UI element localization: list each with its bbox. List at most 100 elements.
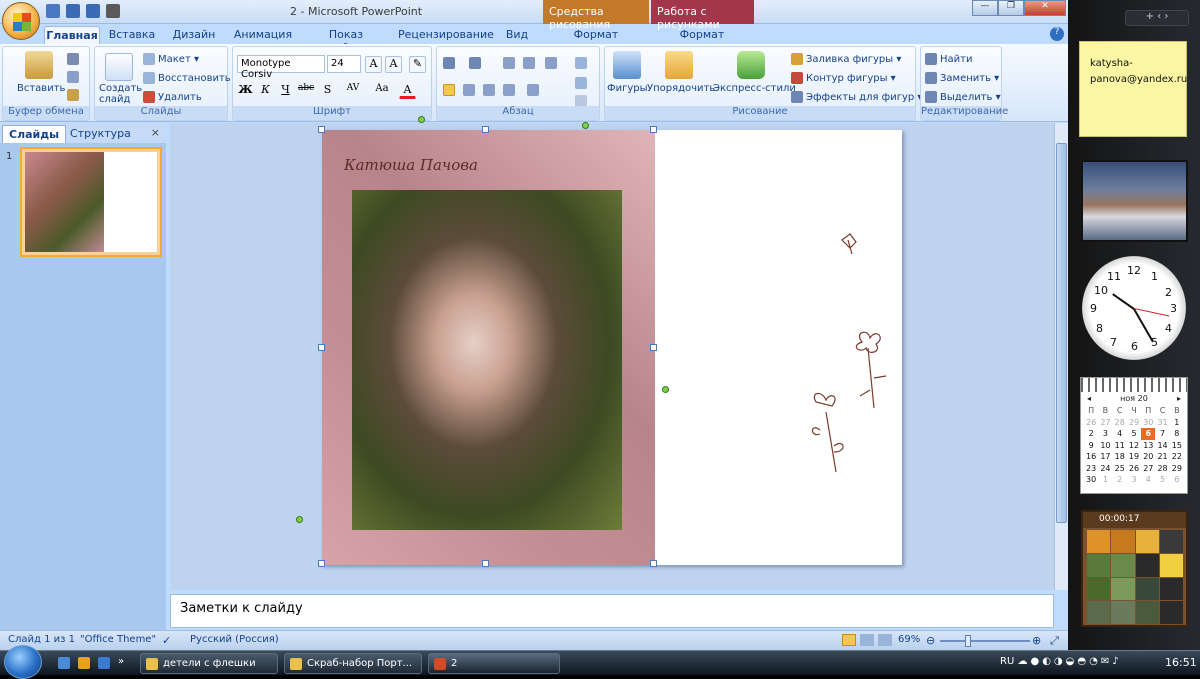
rotation-handle[interactable] <box>418 116 425 123</box>
calendar-gadget[interactable]: ◂ ноя 20 ▸ П В С Ч П С В 26 27 28 29 30 31 1 2 3 4 5 6 7 8 9 1… <box>1080 377 1188 494</box>
taskbar-item-folder-scrap[interactable]: Скраб-набор Порт... <box>284 653 422 674</box>
puzzle-tile[interactable] <box>1087 553 1111 577</box>
slideshow-icon[interactable] <box>878 634 892 646</box>
taskbar-item-powerpoint[interactable]: 2 <box>428 653 560 674</box>
calendar-day[interactable]: 28 <box>1113 417 1127 429</box>
close-icon[interactable]: × <box>151 126 160 139</box>
calendar-day[interactable]: 1 <box>1098 474 1112 486</box>
picture-puzzle-gadget[interactable]: 00:00:17 <box>1081 510 1188 627</box>
puzzle-tile[interactable] <box>1159 601 1183 624</box>
align-text-icon[interactable] <box>575 77 587 89</box>
calendar-day[interactable]: 29 <box>1170 463 1184 475</box>
vertical-scrollbar[interactable] <box>1054 123 1068 590</box>
grow-font-icon[interactable]: A <box>365 56 382 73</box>
resize-handle[interactable] <box>318 126 325 133</box>
tab-slideshow[interactable]: Показ слайдов <box>306 26 386 54</box>
align-center-icon[interactable] <box>463 84 475 96</box>
reset-button[interactable]: Восстановить <box>143 72 231 84</box>
resize-handle[interactable] <box>650 560 657 567</box>
calendar-day[interactable]: 3 <box>1127 474 1141 486</box>
calendar-day[interactable]: 2 <box>1084 428 1098 440</box>
prev-month-icon[interactable]: ◂ <box>1087 394 1091 403</box>
shape-effects-button[interactable]: Эффекты для фигур ▾ <box>791 91 922 103</box>
line-spacing-icon[interactable] <box>545 57 557 69</box>
calendar-day[interactable]: 26 <box>1084 417 1098 429</box>
justify-icon[interactable] <box>503 84 515 96</box>
calendar-day[interactable]: 17 <box>1098 451 1112 463</box>
tab-home[interactable]: Главная <box>44 26 100 44</box>
zoom-slider-thumb[interactable] <box>965 635 971 647</box>
minimize-button[interactable]: — <box>972 0 998 16</box>
tab-review[interactable]: Рецензирование <box>398 26 494 44</box>
close-button[interactable]: ✕ <box>1024 0 1066 16</box>
show-desktop-icon[interactable] <box>58 657 70 669</box>
shape-outline-button[interactable]: Контур фигуры ▾ <box>791 72 896 84</box>
align-left-icon[interactable] <box>443 84 455 96</box>
start-button[interactable] <box>4 645 42 679</box>
resize-handle[interactable] <box>318 344 325 351</box>
calendar-day[interactable]: 30 <box>1084 474 1098 486</box>
copy-icon[interactable] <box>67 71 79 83</box>
shadow-button[interactable]: S <box>319 82 336 99</box>
select-button[interactable]: Выделить ▾ <box>925 91 1001 103</box>
shapes-icon[interactable] <box>613 51 641 79</box>
tab-view[interactable]: Вид <box>502 26 532 44</box>
tab-slides[interactable]: Слайды <box>2 125 67 143</box>
puzzle-tile[interactable] <box>1135 553 1159 577</box>
scrollbar-thumb[interactable] <box>1056 143 1067 523</box>
calendar-day[interactable]: 6 <box>1141 428 1156 440</box>
quick-styles-icon[interactable] <box>737 51 765 79</box>
underline-button[interactable]: Ч <box>277 82 294 99</box>
calendar-day[interactable]: 23 <box>1084 463 1098 475</box>
find-button[interactable]: Найти <box>925 53 972 65</box>
zoom-level[interactable]: 69% <box>898 634 920 645</box>
format-painter-icon[interactable] <box>67 89 79 101</box>
slide-canvas[interactable]: Катюша Пачова <box>296 116 902 567</box>
calendar-day[interactable]: 29 <box>1127 417 1141 429</box>
calendar-day[interactable]: 18 <box>1113 451 1127 463</box>
calendar-day[interactable]: 11 <box>1113 440 1127 452</box>
calendar-day[interactable]: 4 <box>1113 428 1127 440</box>
puzzle-tile[interactable] <box>1111 577 1135 601</box>
rotation-handle[interactable] <box>296 516 303 523</box>
puzzle-grid[interactable] <box>1087 530 1183 624</box>
cut-icon[interactable] <box>67 53 79 65</box>
calendar-day[interactable]: 2 <box>1113 474 1127 486</box>
puzzle-tile[interactable] <box>1111 601 1135 624</box>
taskbar-item-folder[interactable]: детели с флешки <box>140 653 278 674</box>
paste-button[interactable]: Вставить <box>17 83 65 94</box>
calendar-day[interactable]: 19 <box>1127 451 1141 463</box>
zoom-in-icon[interactable]: ⊕ <box>1032 634 1041 647</box>
tab-insert[interactable]: Вставка <box>104 26 160 44</box>
zoom-out-icon[interactable]: ⊖ <box>926 634 935 647</box>
puzzle-tile[interactable] <box>1111 530 1135 553</box>
save-icon[interactable] <box>46 4 60 18</box>
replace-button[interactable]: Заменить ▾ <box>925 72 999 84</box>
arrange-icon[interactable] <box>665 51 693 79</box>
language-indicator-tray[interactable]: RU <box>1000 656 1014 667</box>
rotation-handle[interactable] <box>582 122 589 129</box>
calendar-day[interactable]: 5 <box>1127 428 1141 440</box>
clear-format-icon[interactable]: ✎ <box>409 56 426 73</box>
calendar-day[interactable]: 21 <box>1155 451 1169 463</box>
shape-fill-button[interactable]: Заливка фигуры ▾ <box>791 53 901 65</box>
calendar-day[interactable]: 6 <box>1170 474 1184 486</box>
zoom-slider[interactable] <box>940 640 1030 642</box>
resize-handle[interactable] <box>650 344 657 351</box>
rotation-handle[interactable] <box>662 386 669 393</box>
calendar-day[interactable]: 3 <box>1098 428 1112 440</box>
sticky-note-gadget[interactable]: katysha-panova@yandex.ru <box>1079 41 1187 137</box>
puzzle-tile[interactable] <box>1087 530 1111 553</box>
calendar-day[interactable]: 24 <box>1098 463 1112 475</box>
resize-handle[interactable] <box>318 560 325 567</box>
calendar-day[interactable]: 28 <box>1155 463 1169 475</box>
tab-outline[interactable]: Структура <box>64 125 137 143</box>
calendar-day[interactable]: 13 <box>1141 440 1155 452</box>
restore-button[interactable]: ❐ <box>998 0 1024 16</box>
calendar-day[interactable]: 4 <box>1141 474 1155 486</box>
puzzle-tile[interactable] <box>1159 577 1183 601</box>
tab-format-picture[interactable]: Формат <box>674 26 730 44</box>
slide-sorter-icon[interactable] <box>860 634 874 646</box>
calendar-day[interactable]: 12 <box>1127 440 1141 452</box>
tray-icons[interactable]: ☁●◐◑◒◓◔✉♪ <box>1017 656 1121 667</box>
